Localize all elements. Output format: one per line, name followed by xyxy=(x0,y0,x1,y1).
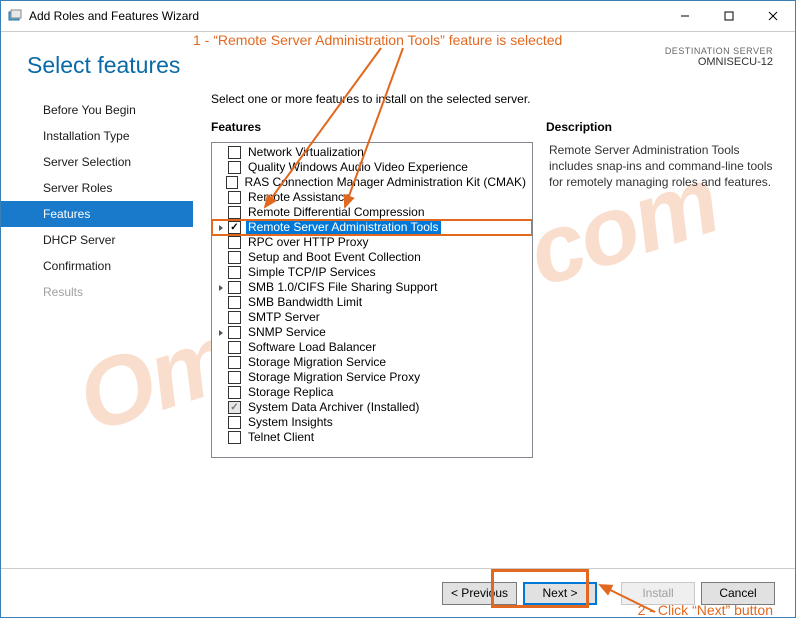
feature-label: System Insights xyxy=(246,415,335,430)
annotation-2: 2 - Click “Next” button xyxy=(638,602,773,618)
feature-checkbox[interactable] xyxy=(228,341,241,354)
feature-item[interactable]: Network Virtualization xyxy=(212,145,532,160)
feature-label: Simple TCP/IP Services xyxy=(246,265,378,280)
feature-checkbox[interactable] xyxy=(228,236,241,249)
feature-label: Remote Server Administration Tools xyxy=(246,220,441,235)
feature-item[interactable]: Telnet Client xyxy=(212,430,532,445)
feature-checkbox[interactable] xyxy=(228,191,241,204)
nav-item-before-you-begin[interactable]: Before You Begin xyxy=(1,97,193,123)
annotation-1: 1 - “Remote Server Administration Tools”… xyxy=(193,32,562,48)
nav-item-dhcp-server[interactable]: DHCP Server xyxy=(1,227,193,253)
feature-item[interactable]: RPC over HTTP Proxy xyxy=(212,235,532,250)
feature-label: RPC over HTTP Proxy xyxy=(246,235,370,250)
feature-item[interactable]: Storage Migration Service Proxy xyxy=(212,370,532,385)
maximize-button[interactable] xyxy=(707,1,751,31)
expand-icon[interactable] xyxy=(216,224,228,232)
feature-item[interactable]: Remote Assistance xyxy=(212,190,532,205)
feature-checkbox[interactable] xyxy=(228,251,241,264)
destination-value: OMNISECU-12 xyxy=(665,56,773,68)
feature-checkbox[interactable] xyxy=(228,161,241,174)
next-button[interactable]: Next > xyxy=(523,582,597,605)
feature-checkbox[interactable] xyxy=(228,281,241,294)
instruction-text: Select one or more features to install o… xyxy=(211,92,773,106)
feature-label: Remote Assistance xyxy=(246,190,353,205)
nav-item-server-selection[interactable]: Server Selection xyxy=(1,149,193,175)
feature-checkbox[interactable] xyxy=(228,326,241,339)
nav-item-server-roles[interactable]: Server Roles xyxy=(1,175,193,201)
feature-checkbox[interactable] xyxy=(228,401,241,414)
feature-item[interactable]: Remote Server Administration Tools xyxy=(212,220,532,235)
app-icon xyxy=(7,8,23,24)
feature-checkbox[interactable] xyxy=(228,416,241,429)
feature-checkbox[interactable] xyxy=(228,221,241,234)
page-title: Select features xyxy=(1,52,193,97)
feature-label: Network Virtualization xyxy=(246,145,366,160)
feature-item[interactable]: Quality Windows Audio Video Experience xyxy=(212,160,532,175)
close-button[interactable] xyxy=(751,1,795,31)
feature-label: Setup and Boot Event Collection xyxy=(246,250,423,265)
feature-item[interactable]: Simple TCP/IP Services xyxy=(212,265,532,280)
expand-icon[interactable] xyxy=(216,284,228,292)
feature-item[interactable]: System Data Archiver (Installed) xyxy=(212,400,532,415)
description-heading: Description xyxy=(546,120,773,134)
titlebar: Add Roles and Features Wizard xyxy=(1,1,795,32)
feature-item[interactable]: SMB 1.0/CIFS File Sharing Support xyxy=(212,280,532,295)
wizard-window: Add Roles and Features Wizard Omnisecu.c… xyxy=(0,0,796,618)
feature-label: SMTP Server xyxy=(246,310,322,325)
feature-item[interactable]: System Insights xyxy=(212,415,532,430)
feature-item[interactable]: Software Load Balancer xyxy=(212,340,532,355)
features-listbox[interactable]: Network VirtualizationQuality Windows Au… xyxy=(211,142,533,458)
feature-checkbox[interactable] xyxy=(228,206,241,219)
feature-label: Storage Migration Service xyxy=(246,355,388,370)
feature-item[interactable]: SMTP Server xyxy=(212,310,532,325)
feature-label: Storage Replica xyxy=(246,385,335,400)
feature-item[interactable]: SMB Bandwidth Limit xyxy=(212,295,532,310)
feature-label: Quality Windows Audio Video Experience xyxy=(246,160,470,175)
nav-item-confirmation[interactable]: Confirmation xyxy=(1,253,193,279)
feature-label: Telnet Client xyxy=(246,430,316,445)
nav-item-features[interactable]: Features xyxy=(1,201,193,227)
feature-item[interactable]: Storage Migration Service xyxy=(212,355,532,370)
feature-label: System Data Archiver (Installed) xyxy=(246,400,421,415)
nav-item-installation-type[interactable]: Installation Type xyxy=(1,123,193,149)
feature-label: Remote Differential Compression xyxy=(246,205,427,220)
feature-checkbox[interactable] xyxy=(228,386,241,399)
description-text: Remote Server Administration Tools inclu… xyxy=(533,142,773,458)
sidebar: Select features Before You BeginInstalla… xyxy=(1,32,193,568)
feature-label: SMB 1.0/CIFS File Sharing Support xyxy=(246,280,439,295)
feature-checkbox[interactable] xyxy=(228,371,241,384)
main-panel: 1 - “Remote Server Administration Tools”… xyxy=(193,32,795,568)
feature-checkbox[interactable] xyxy=(228,266,241,279)
feature-checkbox[interactable] xyxy=(228,146,241,159)
feature-label: SMB Bandwidth Limit xyxy=(246,295,364,310)
feature-checkbox[interactable] xyxy=(228,296,241,309)
feature-checkbox[interactable] xyxy=(228,431,241,444)
feature-checkbox[interactable] xyxy=(226,176,237,189)
feature-label: SNMP Service xyxy=(246,325,328,340)
feature-label: Storage Migration Service Proxy xyxy=(246,370,422,385)
window-title: Add Roles and Features Wizard xyxy=(29,9,663,23)
feature-label: RAS Connection Manager Administration Ki… xyxy=(243,175,528,190)
feature-item[interactable]: Remote Differential Compression xyxy=(212,205,532,220)
features-heading: Features xyxy=(211,120,546,134)
previous-button[interactable]: < Previous xyxy=(442,582,517,605)
destination-label: DESTINATION SERVER xyxy=(665,46,773,56)
expand-icon[interactable] xyxy=(216,329,228,337)
feature-item[interactable]: Setup and Boot Event Collection xyxy=(212,250,532,265)
destination-info: DESTINATION SERVER OMNISECU-12 xyxy=(665,46,773,68)
feature-item[interactable]: SNMP Service xyxy=(212,325,532,340)
nav-item-results: Results xyxy=(1,279,193,305)
feature-checkbox[interactable] xyxy=(228,356,241,369)
minimize-button[interactable] xyxy=(663,1,707,31)
feature-label: Software Load Balancer xyxy=(246,340,378,355)
feature-checkbox[interactable] xyxy=(228,311,241,324)
feature-item[interactable]: RAS Connection Manager Administration Ki… xyxy=(212,175,532,190)
feature-item[interactable]: Storage Replica xyxy=(212,385,532,400)
